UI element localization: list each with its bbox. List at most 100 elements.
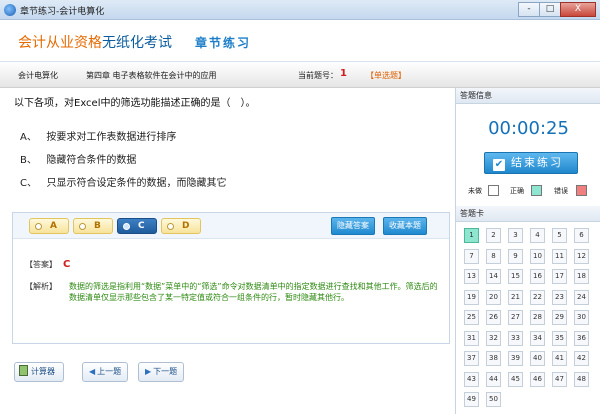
end-label: 结束练习 xyxy=(511,156,563,169)
window-title: 章节练习-会计电算化 xyxy=(20,7,105,17)
answer-info-header: 答题信息 xyxy=(456,88,600,104)
question-cell[interactable]: 38 xyxy=(486,351,501,366)
question-cell[interactable]: 4 xyxy=(530,228,545,243)
window-controls: - □ X xyxy=(518,2,596,17)
question-number-label: 当前题号： xyxy=(298,71,338,80)
question-cell[interactable]: 3 xyxy=(508,228,523,243)
question-cell[interactable]: 17 xyxy=(552,269,567,284)
question-cell[interactable]: 26 xyxy=(486,310,501,325)
question-cell[interactable]: 13 xyxy=(464,269,479,284)
question-cell[interactable]: 47 xyxy=(552,371,567,387)
question-cell[interactable]: 44 xyxy=(486,371,501,387)
question-cell[interactable]: 49 xyxy=(464,392,479,407)
close-button[interactable]: X xyxy=(560,2,596,17)
question-cell[interactable]: 27 xyxy=(508,310,523,325)
question-cell[interactable]: 25 xyxy=(464,310,479,325)
app-header: 会计从业资格无纸化考试 章节练习 xyxy=(0,20,600,62)
question-cell[interactable]: 39 xyxy=(508,351,523,366)
question-cell[interactable]: 20 xyxy=(486,289,501,305)
explanation-text: 数据的筛选是指利用“数据”菜单中的“筛选”命令对数据清单中的指定数据进行查找和其… xyxy=(69,282,438,302)
answer-letter: C xyxy=(138,221,145,231)
question-cell[interactable]: 31 xyxy=(464,330,479,346)
question-cell[interactable]: 40 xyxy=(530,351,545,366)
question-cell[interactable]: 46 xyxy=(530,371,545,387)
question-cell[interactable]: 10 xyxy=(530,248,545,264)
section-title: 章节练习 xyxy=(195,36,252,50)
maximize-button[interactable]: □ xyxy=(539,2,561,17)
question-cell[interactable]: 30 xyxy=(574,310,589,325)
calculator-label: 计算器 xyxy=(31,367,55,376)
legend-wrong-swatch xyxy=(576,185,587,196)
question-cell[interactable]: 41 xyxy=(552,351,567,366)
question-cell[interactable]: 23 xyxy=(552,289,567,305)
info-bar: 会计电算化 第四章 电子表格软件在会计中的应用 当前题号： 1 【单选题】 xyxy=(0,62,600,88)
legend-undone-label: 未做 xyxy=(468,187,482,195)
answer-button-b[interactable]: B xyxy=(73,218,113,234)
question-cell[interactable]: 2 xyxy=(486,228,501,243)
question-cell[interactable]: 15 xyxy=(508,269,523,284)
app-icon xyxy=(4,4,16,16)
question-cell[interactable]: 42 xyxy=(574,351,589,366)
answer-card-header: 答题卡 xyxy=(456,206,600,222)
next-button[interactable]: ▶ 下一题 xyxy=(138,362,184,382)
option-a: A、 按要求对工作表数据进行排序 xyxy=(20,128,176,143)
question-cell[interactable]: 50 xyxy=(486,392,501,407)
answer-label: 【答案】 xyxy=(25,260,57,269)
subject-label: 会计电算化 xyxy=(18,71,58,80)
question-cell[interactable]: 18 xyxy=(574,269,589,284)
question-cell[interactable]: 28 xyxy=(530,310,545,325)
favorite-button[interactable]: 收藏本题 xyxy=(383,217,427,235)
question-cell[interactable]: 22 xyxy=(530,289,545,305)
question-cell[interactable]: 37 xyxy=(464,351,479,366)
question-cell[interactable]: 7 xyxy=(464,248,479,264)
question-cell[interactable]: 36 xyxy=(574,330,589,346)
title-bar: 章节练习-会计电算化 - □ X xyxy=(0,0,600,20)
correct-answer: C xyxy=(63,259,71,270)
question-cell[interactable]: 29 xyxy=(552,310,567,325)
radio-icon xyxy=(35,223,42,230)
legend-undone-swatch xyxy=(488,185,499,196)
question-cell[interactable]: 21 xyxy=(508,289,523,305)
radio-icon xyxy=(123,223,130,230)
option-text: 只显示符合设定条件的数据，而隐藏其它 xyxy=(46,178,227,189)
question-cell[interactable]: 16 xyxy=(530,269,545,284)
answer-button-d[interactable]: D xyxy=(161,218,201,234)
logo: 会计从业资格无纸化考试 xyxy=(18,32,172,52)
calculator-icon xyxy=(19,365,28,376)
question-cell[interactable]: 24 xyxy=(574,289,589,305)
question-cell[interactable]: 43 xyxy=(464,371,479,387)
question-cell[interactable]: 33 xyxy=(508,330,523,346)
end-practice-button[interactable]: ✔ 结束练习 xyxy=(484,152,578,174)
question-cell[interactable]: 12 xyxy=(574,248,589,264)
question-cell[interactable]: 8 xyxy=(486,248,501,264)
answer-button-a[interactable]: A xyxy=(29,218,69,234)
question-cell[interactable]: 14 xyxy=(486,269,501,284)
explanation-label: 【解析】 xyxy=(25,282,57,291)
question-cell[interactable]: 35 xyxy=(552,330,567,346)
question-cell[interactable]: 45 xyxy=(508,371,523,387)
chapter-label: 第四章 电子表格软件在会计中的应用 xyxy=(86,71,217,80)
arrow-right-icon: ▶ xyxy=(145,367,152,376)
question-cell[interactable]: 19 xyxy=(464,289,479,305)
legend-correct-swatch xyxy=(531,185,542,196)
question-cell[interactable]: 48 xyxy=(574,371,589,387)
question-cell[interactable]: 6 xyxy=(574,228,589,243)
answer-button-row: A B C D 隐藏答案 收藏本题 xyxy=(13,213,449,239)
legend-correct-label: 正确 xyxy=(510,187,524,195)
question-cell[interactable]: 1 xyxy=(464,228,479,243)
previous-button[interactable]: ◀ 上一题 xyxy=(82,362,128,382)
question-cell[interactable]: 32 xyxy=(486,330,501,346)
question-cell[interactable]: 5 xyxy=(552,228,567,243)
option-key: A、 xyxy=(20,132,37,143)
minimize-button[interactable]: - xyxy=(518,2,540,17)
logo-blue-text: 无纸化考试 xyxy=(102,35,172,51)
question-cell[interactable]: 34 xyxy=(530,330,545,346)
hide-answer-button[interactable]: 隐藏答案 xyxy=(331,217,375,235)
calculator-button[interactable]: 计算器 xyxy=(14,362,64,382)
question-cell[interactable]: 11 xyxy=(552,248,567,264)
question-cell[interactable]: 9 xyxy=(508,248,523,264)
answer-letter: B xyxy=(94,221,101,231)
next-label: 下一题 xyxy=(153,367,178,376)
answer-button-c[interactable]: C xyxy=(117,218,157,234)
answer-letter: D xyxy=(182,221,190,231)
